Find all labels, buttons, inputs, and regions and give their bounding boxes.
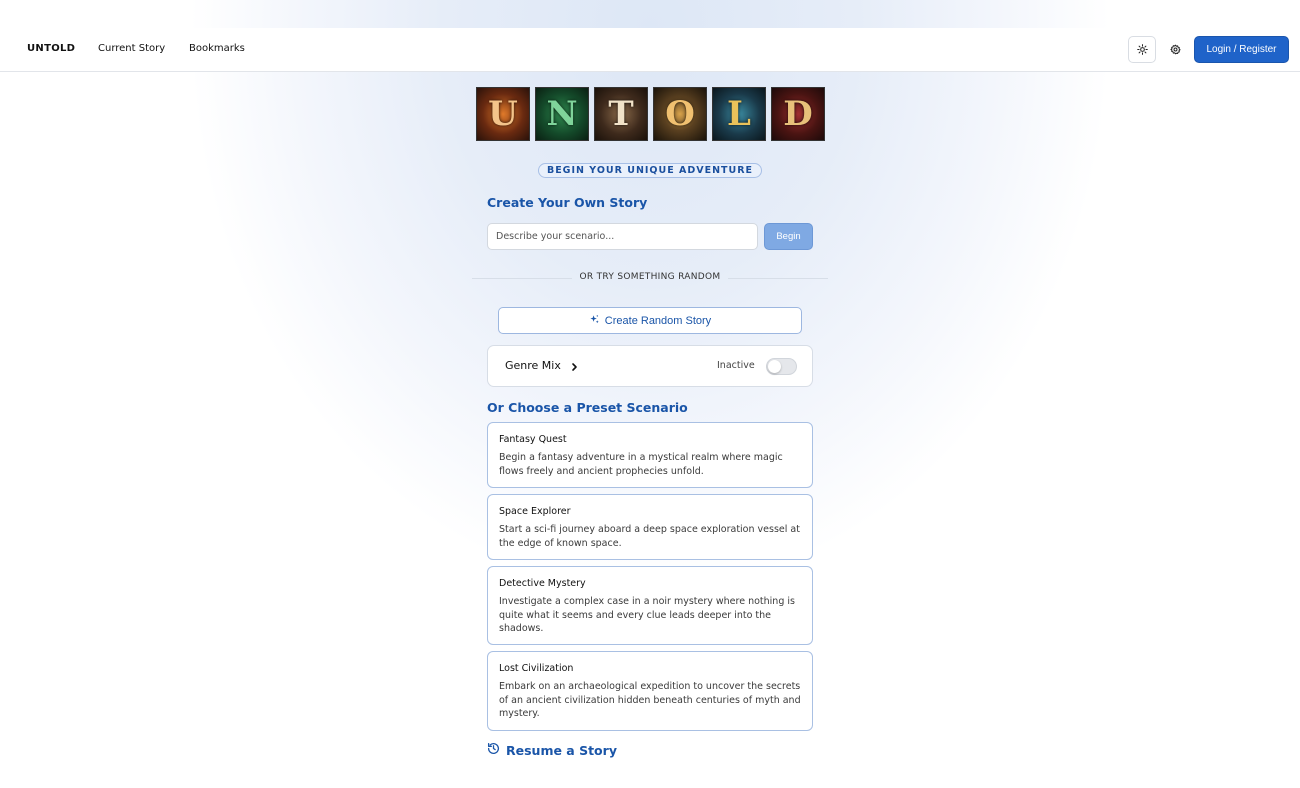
nav-link-bookmarks[interactable]: Bookmarks (189, 43, 245, 54)
genre-mix-label[interactable]: Genre Mix (505, 359, 561, 372)
toggle-knob (768, 360, 781, 373)
preset-card-fantasy-quest[interactable]: Fantasy Quest Begin a fantasy adventure … (487, 422, 813, 488)
genre-mix-toggle[interactable] (766, 358, 797, 375)
brand-logo-text[interactable]: UNTOLD (27, 43, 75, 54)
scenario-input[interactable] (487, 223, 758, 250)
preset-scenarios-heading: Or Choose a Preset Scenario (487, 400, 688, 415)
logo-tile-l: L (712, 87, 766, 141)
genre-mix-status: Inactive (717, 360, 755, 371)
preset-name: Detective Mystery (499, 578, 586, 589)
preset-card-space-explorer[interactable]: Space Explorer Start a sci-fi journey ab… (487, 494, 813, 560)
theme-toggle-button[interactable] (1128, 36, 1156, 63)
preset-name: Lost Civilization (499, 663, 574, 674)
logo-tile-u: U (476, 87, 530, 141)
gear-icon (1169, 40, 1181, 59)
create-story-heading: Create Your Own Story (487, 195, 648, 210)
preset-description: Investigate a complex case in a noir mys… (499, 596, 795, 634)
tagline-badge: BEGIN YOUR UNIQUE ADVENTURE (538, 163, 762, 178)
preset-description: Begin a fantasy adventure in a mystical … (499, 452, 783, 477)
logo-tile-o: O (653, 87, 707, 141)
preset-name: Space Explorer (499, 506, 571, 517)
create-random-story-button[interactable]: Create Random Story (498, 307, 802, 334)
nav-link-current-story[interactable]: Current Story (98, 43, 165, 54)
logo-tile-d: D (771, 87, 825, 141)
divider-line-left (472, 278, 572, 279)
preset-description: Embark on an archaeological expedition t… (499, 681, 801, 719)
settings-button[interactable] (1163, 36, 1187, 63)
create-random-story-label: Create Random Story (604, 314, 712, 327)
logo-tile-t: T (594, 87, 648, 141)
chevron-right-icon[interactable] (571, 359, 581, 373)
random-divider-text: OR TRY SOMETHING RANDOM (579, 272, 721, 282)
preset-card-detective-mystery[interactable]: Detective Mystery Investigate a complex … (487, 566, 813, 645)
preset-description: Start a sci-fi journey aboard a deep spa… (499, 524, 800, 549)
sun-icon (1136, 40, 1148, 59)
sparkles-icon (589, 314, 600, 328)
preset-name: Fantasy Quest (499, 434, 567, 445)
history-icon (487, 742, 500, 758)
genre-mix-card: Genre Mix Inactive (487, 345, 813, 387)
begin-button[interactable]: Begin (764, 223, 813, 250)
login-register-button[interactable]: Login / Register (1194, 36, 1289, 63)
untold-logo-tiles: U N T O L D (476, 87, 825, 141)
resume-story-link[interactable]: Resume a Story (487, 742, 617, 758)
top-navbar: UNTOLD Current Story Bookmarks Login / R… (0, 28, 1300, 72)
preset-card-lost-civilization[interactable]: Lost Civilization Embark on an archaeolo… (487, 651, 813, 731)
logo-tile-n: N (535, 87, 589, 141)
resume-story-label: Resume a Story (506, 742, 617, 758)
divider-line-right (728, 278, 828, 279)
